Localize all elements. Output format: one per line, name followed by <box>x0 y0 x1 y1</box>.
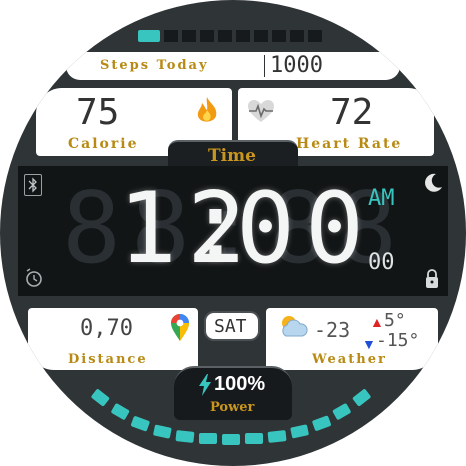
temp-down-arrow-icon: ▼ <box>362 336 376 352</box>
moon-icon <box>422 172 444 194</box>
weather-high: 5° <box>384 310 406 331</box>
lock-icon <box>424 268 440 290</box>
watch-face: Steps Today 1000 75 Calorie 72 Heart Rat… <box>0 0 466 466</box>
heart-rate-label: Heart Rate <box>296 136 403 152</box>
distance-value: 0,70 <box>80 316 133 341</box>
steps-panel[interactable]: Steps Today 1000 <box>66 52 400 80</box>
steps-progress-bar <box>132 24 338 48</box>
distance-label: Distance <box>68 352 148 367</box>
day-value: SAT <box>214 316 247 337</box>
time-ampm: AM <box>368 186 395 211</box>
weather-temp: -23 <box>314 318 351 342</box>
alarm-icon <box>24 268 44 288</box>
partly-cloudy-icon <box>278 314 308 338</box>
heart-monitor-icon <box>246 98 276 124</box>
calorie-label: Calorie <box>68 136 139 152</box>
battery-arc <box>86 388 380 452</box>
steps-progress-filled <box>138 30 160 42</box>
weather-label: Weather <box>312 352 387 367</box>
time-seconds: 00 <box>368 250 395 275</box>
temp-up-arrow-icon: ▲ <box>370 314 384 330</box>
steps-value: 1000 <box>270 53 323 78</box>
flame-icon <box>194 96 220 126</box>
day-badge[interactable]: SAT <box>204 311 260 341</box>
heart-rate-value: 72 <box>330 92 374 133</box>
steps-label: Steps Today <box>100 58 209 73</box>
weather-low: -15° <box>376 330 420 351</box>
bluetooth-icon <box>24 174 42 196</box>
time-label: Time <box>208 146 256 166</box>
map-pin-icon <box>170 314 190 342</box>
distance-panel[interactable]: 0,70 Distance <box>28 308 198 370</box>
battery-segments <box>91 389 371 445</box>
time-display: 88:88 12 : 00 AM 00 <box>18 166 448 296</box>
weather-panel[interactable]: -23 ▲ 5° ▼ -15° Weather <box>266 308 438 370</box>
calorie-value: 75 <box>76 92 120 133</box>
time-minutes: 00 <box>236 172 375 286</box>
